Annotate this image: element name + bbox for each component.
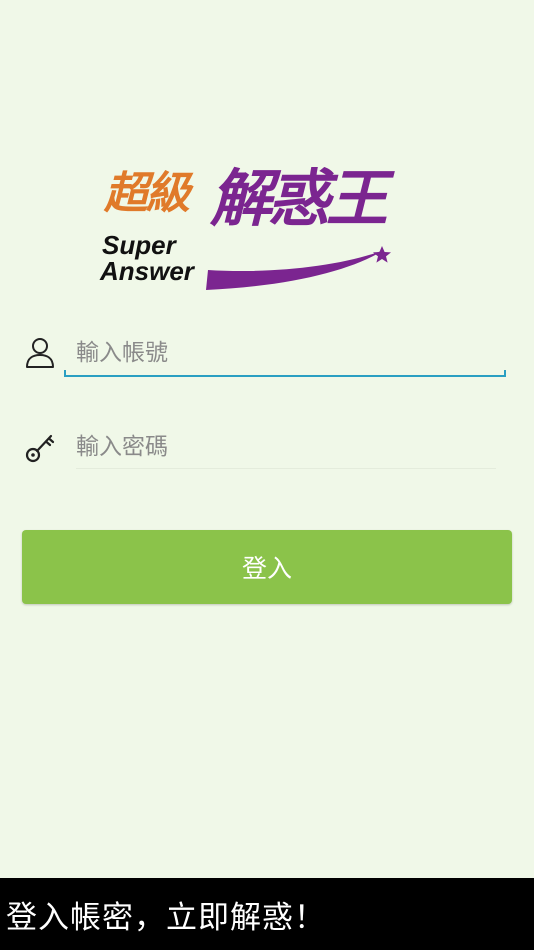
- login-screen: 超級 解惑王 Super Answer 登入 登入帳密，立即解惑！: [0, 0, 534, 950]
- logo-english-line1: Super: [102, 230, 176, 260]
- toast-text: 登入帳密，立即解惑！: [6, 900, 326, 936]
- login-button[interactable]: 登入: [22, 530, 512, 604]
- account-field: [22, 328, 512, 382]
- password-input[interactable]: [64, 422, 504, 472]
- logo-swoosh-star-icon: [206, 246, 391, 290]
- account-input-underline: [64, 370, 506, 377]
- password-field: [22, 422, 512, 476]
- app-logo: 超級 解惑王 Super Answer: [98, 162, 438, 292]
- key-icon: [25, 434, 55, 463]
- user-icon: [26, 338, 54, 368]
- toast-message: 登入帳密，立即解惑！: [0, 878, 534, 950]
- logo-chinese-small: 超級: [104, 168, 190, 219]
- logo-chinese-big: 解惑王: [210, 162, 388, 235]
- password-input-underline: [76, 468, 496, 469]
- account-input[interactable]: [64, 328, 504, 378]
- logo-english-line2: Answer: [100, 256, 194, 286]
